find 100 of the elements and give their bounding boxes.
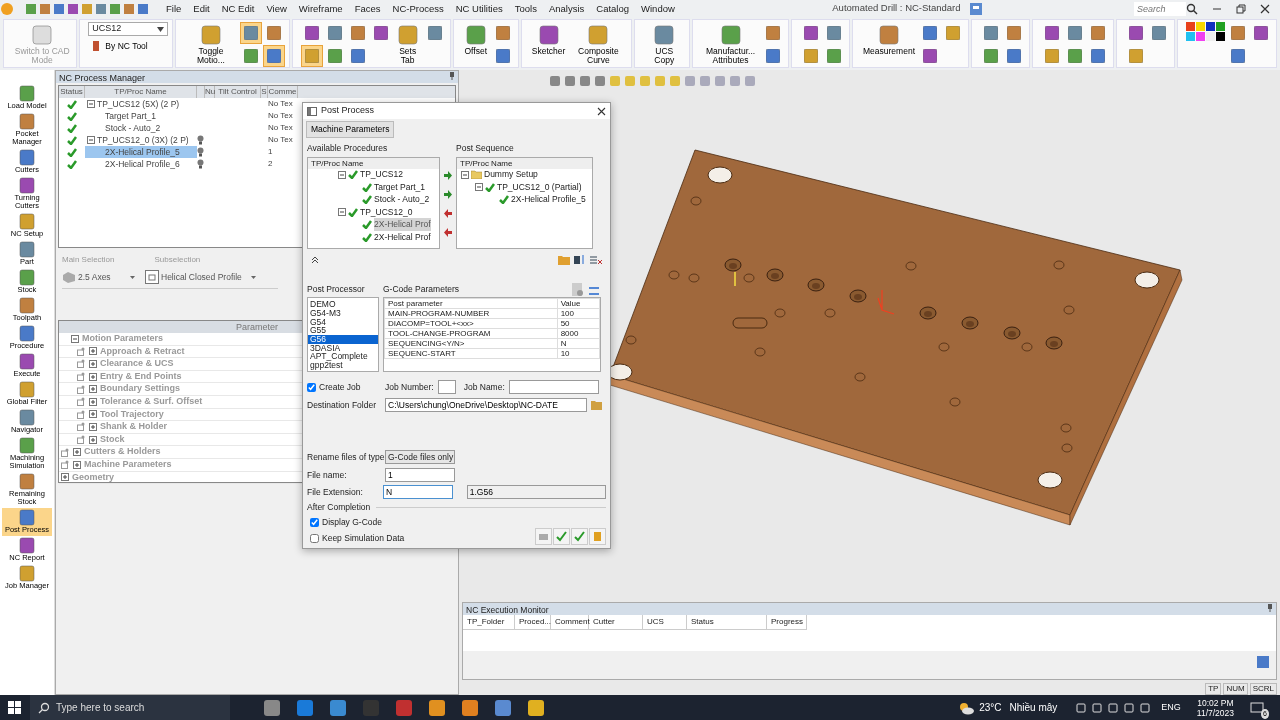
column-header[interactable]: Nu (205, 86, 215, 98)
color-swatch[interactable] (1216, 22, 1225, 31)
clock-date[interactable]: 11/7/2023 (1196, 707, 1234, 718)
menu-item[interactable]: Analysis (542, 0, 591, 17)
column-header[interactable]: TP/Proc Name (85, 86, 197, 98)
subselection-dropdown[interactable]: Helical Closed Profile (145, 270, 256, 284)
column-header[interactable]: Comment (551, 615, 589, 630)
menu-item[interactable]: Window (635, 0, 681, 17)
toolbar-button[interactable] (300, 45, 323, 67)
tree-item[interactable]: Stock - Auto_2 (374, 193, 430, 207)
ribbon-button[interactable]: Sketcher (529, 22, 568, 67)
checkbox[interactable] (310, 517, 319, 527)
job-name-field[interactable] (508, 380, 599, 395)
destination-folder-field[interactable]: C:\Users\chung\OneDrive\Desktop\NC-DATE (385, 398, 587, 413)
color-swatch[interactable] (1206, 22, 1215, 31)
clock-time[interactable]: 10:02 PM (1197, 697, 1234, 708)
menu-item[interactable]: Edit (187, 0, 216, 17)
column-header[interactable]: UCS (643, 615, 687, 630)
column-header[interactable]: S (261, 86, 268, 98)
toolbar-button[interactable] (239, 22, 262, 44)
cancel-button[interactable] (589, 527, 606, 545)
column-header[interactable]: Proced... (515, 615, 551, 630)
add-arrow-button[interactable] (444, 190, 452, 200)
ribbon-button[interactable]: By NC Tool (88, 38, 150, 55)
column-header[interactable]: Cutter (589, 615, 643, 630)
language-indicator[interactable]: ENG (1161, 700, 1181, 715)
expand-icon[interactable] (89, 435, 97, 444)
expand-icon[interactable] (89, 385, 97, 394)
tree-item[interactable]: TP_UCS12_0 (Partial) (497, 180, 582, 194)
tree-item[interactable]: Stock - Auto_2 (105, 122, 161, 134)
remove-arrow-button[interactable] (444, 228, 452, 238)
tree-item[interactable]: TP_UCS12_0 (360, 205, 413, 219)
apply-button[interactable] (571, 527, 588, 545)
expand-icon[interactable] (61, 473, 69, 482)
tree-item[interactable]: Dummy Setup (484, 168, 538, 182)
list-item[interactable]: 3DASIA (308, 343, 378, 353)
expand-icon[interactable] (73, 460, 81, 469)
list-item[interactable]: G56 (308, 335, 378, 344)
column-header[interactable]: Status (59, 86, 85, 98)
tree-item[interactable]: TP_UCS12 (360, 168, 403, 182)
ok-button[interactable] (553, 527, 570, 545)
expand-icon[interactable] (73, 448, 81, 457)
menu-item[interactable]: Catalog (590, 0, 636, 17)
menu-item[interactable]: NC Utilities (449, 0, 509, 17)
column-header[interactable]: Status (687, 615, 767, 630)
expand-icon[interactable] (89, 347, 97, 356)
collapse-icon[interactable] (338, 208, 346, 217)
collapse-icon[interactable] (87, 136, 95, 144)
collapse-icon[interactable] (475, 183, 483, 192)
color-swatch[interactable] (1186, 32, 1195, 41)
menu-item[interactable]: File (160, 0, 188, 17)
collapse-icon[interactable] (71, 334, 79, 343)
tree-item[interactable]: TP_UCS12 (5X) (2 P) (97, 98, 180, 110)
checkbox[interactable] (310, 533, 319, 543)
menu-item[interactable]: View (260, 0, 293, 17)
color-swatch[interactable] (1186, 22, 1195, 31)
tree-item[interactable]: 2X-Helical Profile_6 (105, 158, 180, 170)
menu-item[interactable]: NC-Process (386, 0, 450, 17)
menu-item[interactable]: Wireframe (292, 0, 349, 17)
checkbox[interactable] (307, 382, 316, 392)
expand-icon[interactable] (89, 422, 97, 431)
menu-item[interactable]: Tools (508, 0, 543, 17)
expand-icon[interactable] (89, 372, 97, 381)
taskbar-search-field[interactable]: Type here to search (30, 695, 230, 720)
file-type-dropdown[interactable]: G-Code files only (385, 450, 455, 465)
list-item[interactable]: gpp2test (308, 361, 378, 370)
color-swatch[interactable] (1196, 22, 1205, 31)
collapse-icon[interactable] (87, 100, 95, 108)
add-arrow-button[interactable] (444, 171, 452, 181)
tree-item[interactable]: Target Part_1 (374, 180, 426, 194)
tree-item[interactable]: 2X-Helical Prof (374, 218, 431, 232)
list-item[interactable]: G55 (308, 326, 378, 336)
color-swatch[interactable] (1206, 32, 1215, 41)
file-extension-field[interactable]: N (382, 485, 453, 500)
color-swatch[interactable] (1196, 32, 1205, 41)
file-name-field[interactable]: 1 (385, 468, 455, 483)
job-number-field[interactable] (437, 380, 456, 395)
search-field[interactable]: Search (1134, 1, 1186, 16)
toolbar-button[interactable] (262, 45, 285, 67)
output-file-field[interactable]: 1.G56 (466, 485, 606, 500)
color-palette[interactable] (1186, 22, 1225, 41)
main-selection-dropdown[interactable]: 2.5 Axes (62, 270, 135, 284)
list-item[interactable]: DEMO (308, 300, 378, 309)
tab[interactable]: Machine Parameters (306, 121, 395, 138)
expand-icon[interactable] (89, 410, 97, 419)
tree-item[interactable]: Target Part_1 (105, 110, 157, 122)
column-header[interactable]: TP_Folder (463, 615, 515, 630)
tree-item[interactable]: 2X-Helical Prof (374, 230, 431, 244)
collapse-icon[interactable] (338, 170, 346, 179)
ucs-dropdown[interactable]: UCS12 (88, 22, 169, 36)
ribbon-button[interactable]: Sets Tab (393, 22, 422, 67)
collapse-icon[interactable] (461, 170, 469, 179)
color-swatch[interactable] (1216, 32, 1225, 41)
print-button[interactable] (535, 527, 552, 545)
list-item[interactable]: G54-M3 (308, 308, 378, 318)
remove-arrow-button[interactable] (444, 209, 452, 219)
list-item[interactable]: APT_Complete (308, 352, 378, 362)
tree-item[interactable]: TP_UCS12_0 (3X) (2 P) (97, 134, 189, 146)
ribbon-button[interactable]: Composite Curve (569, 22, 628, 67)
column-header[interactable]: Tilt Control (215, 86, 261, 98)
